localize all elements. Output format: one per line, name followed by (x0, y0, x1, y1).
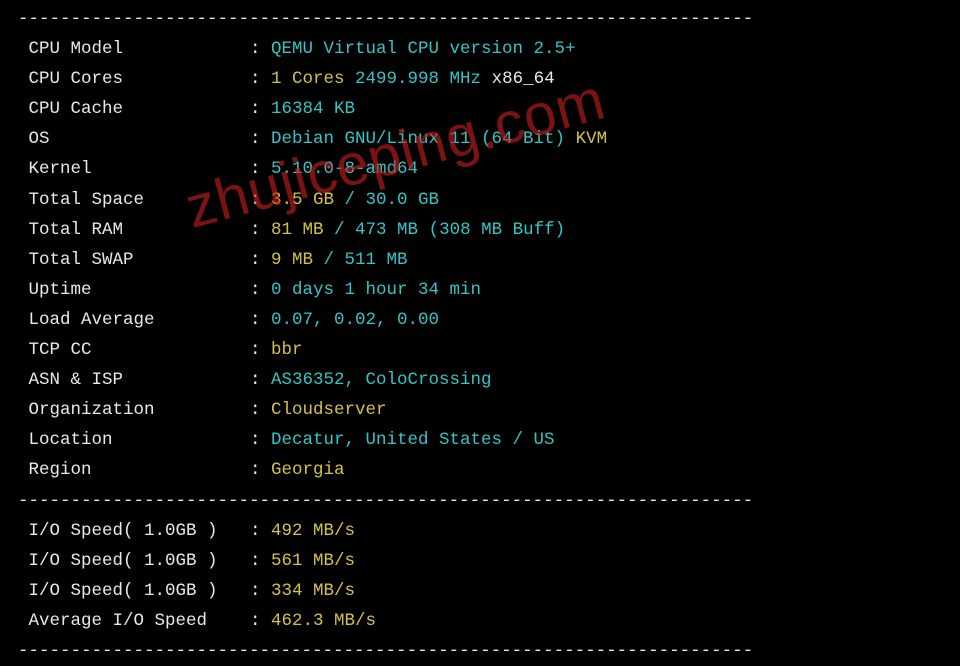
row-label: Load Average (18, 305, 250, 335)
row-label: Total RAM (18, 215, 250, 245)
row-value: QEMU Virtual CPU version 2.5+ (271, 39, 576, 59)
row-label: Region (18, 455, 250, 485)
row-label: OS (18, 124, 250, 154)
io-speed-block: I/O Speed( 1.0GB ): 492 MB/s I/O Speed( … (18, 516, 942, 636)
row-label: CPU Model (18, 34, 250, 64)
row-value: 473 MB (355, 220, 418, 240)
info-row: I/O Speed( 1.0GB ): 561 MB/s (18, 546, 942, 576)
row-value: 81 MB (271, 220, 324, 240)
row-value: 5.10.0-8-amd64 (271, 159, 418, 179)
row-value: (308 MB Buff) (418, 220, 565, 240)
row-value: Cloudserver (271, 400, 387, 420)
row-value: 2499.998 MHz (345, 69, 492, 89)
row-value: 9 MB (271, 250, 313, 270)
row-value: 16384 KB (271, 99, 355, 119)
colon: : (250, 400, 271, 420)
info-row: Organization: Cloudserver (18, 395, 942, 425)
divider-bottom: ----------------------------------------… (18, 636, 942, 666)
colon: : (250, 69, 271, 89)
row-value: bbr (271, 340, 303, 360)
row-label: CPU Cores (18, 64, 250, 94)
terminal-output: ----------------------------------------… (4, 4, 956, 666)
info-row: CPU Model: QEMU Virtual CPU version 2.5+ (18, 34, 942, 64)
info-row: CPU Cores: 1 Cores 2499.998 MHz x86_64 (18, 64, 942, 94)
row-value: 30.0 GB (366, 190, 440, 210)
row-value: 334 MB/s (271, 581, 355, 601)
row-value: 0.07, 0.02, 0.00 (271, 310, 439, 330)
colon: : (250, 581, 271, 601)
info-row: ASN & ISP: AS36352, ColoCrossing (18, 365, 942, 395)
info-row: TCP CC: bbr (18, 335, 942, 365)
colon: : (250, 430, 271, 450)
info-row: Uptime: 0 days 1 hour 34 min (18, 275, 942, 305)
row-value: 0 days 1 hour 34 min (271, 280, 481, 300)
row-label: Uptime (18, 275, 250, 305)
row-value: KVM (565, 129, 607, 149)
colon: : (250, 611, 271, 631)
divider-mid: ----------------------------------------… (18, 486, 942, 516)
info-row: I/O Speed( 1.0GB ): 334 MB/s (18, 576, 942, 606)
row-value: 1 Cores (271, 69, 345, 89)
info-row: Total SWAP: 9 MB / 511 MB (18, 245, 942, 275)
colon: : (250, 190, 271, 210)
colon: : (250, 340, 271, 360)
row-label: I/O Speed( 1.0GB ) (18, 516, 250, 546)
row-value: 462.3 MB/s (271, 611, 376, 631)
info-row: I/O Speed( 1.0GB ): 492 MB/s (18, 516, 942, 546)
info-row: Average I/O Speed: 462.3 MB/s (18, 606, 942, 636)
row-label: Total SWAP (18, 245, 250, 275)
colon: : (250, 39, 271, 59)
row-value: x86_64 (492, 69, 555, 89)
colon: : (250, 129, 271, 149)
info-row: Region: Georgia (18, 455, 942, 485)
info-row: CPU Cache: 16384 KB (18, 94, 942, 124)
info-row: Location: Decatur, United States / US (18, 425, 942, 455)
colon: : (250, 220, 271, 240)
row-label: ASN & ISP (18, 365, 250, 395)
divider-top: ----------------------------------------… (18, 4, 942, 34)
colon: : (250, 551, 271, 571)
info-row: OS: Debian GNU/Linux 11 (64 Bit) KVM (18, 124, 942, 154)
colon: : (250, 250, 271, 270)
colon: : (250, 159, 271, 179)
colon: : (250, 310, 271, 330)
info-row: Total RAM: 81 MB / 473 MB (308 MB Buff) (18, 215, 942, 245)
row-value: 3.5 GB (271, 190, 334, 210)
row-label: Organization (18, 395, 250, 425)
row-value: / (324, 220, 356, 240)
system-info-block: CPU Model: QEMU Virtual CPU version 2.5+… (18, 34, 942, 485)
row-value: 511 MB (345, 250, 408, 270)
row-label: CPU Cache (18, 94, 250, 124)
info-row: Total Space: 3.5 GB / 30.0 GB (18, 185, 942, 215)
row-value: Debian GNU/Linux 11 (64 Bit) (271, 129, 565, 149)
row-value: 561 MB/s (271, 551, 355, 571)
colon: : (250, 99, 271, 119)
row-value: / (313, 250, 345, 270)
row-value: 492 MB/s (271, 521, 355, 541)
row-label: Total Space (18, 185, 250, 215)
info-row: Kernel: 5.10.0-8-amd64 (18, 154, 942, 184)
row-label: Location (18, 425, 250, 455)
colon: : (250, 280, 271, 300)
colon: : (250, 460, 271, 480)
row-value: Georgia (271, 460, 345, 480)
colon: : (250, 521, 271, 541)
info-row: Load Average: 0.07, 0.02, 0.00 (18, 305, 942, 335)
row-value: Decatur, United States / US (271, 430, 555, 450)
row-label: Average I/O Speed (18, 606, 250, 636)
row-value: / (334, 190, 366, 210)
row-label: Kernel (18, 154, 250, 184)
row-label: I/O Speed( 1.0GB ) (18, 546, 250, 576)
colon: : (250, 370, 271, 390)
row-label: I/O Speed( 1.0GB ) (18, 576, 250, 606)
row-label: TCP CC (18, 335, 250, 365)
row-value: AS36352, ColoCrossing (271, 370, 492, 390)
